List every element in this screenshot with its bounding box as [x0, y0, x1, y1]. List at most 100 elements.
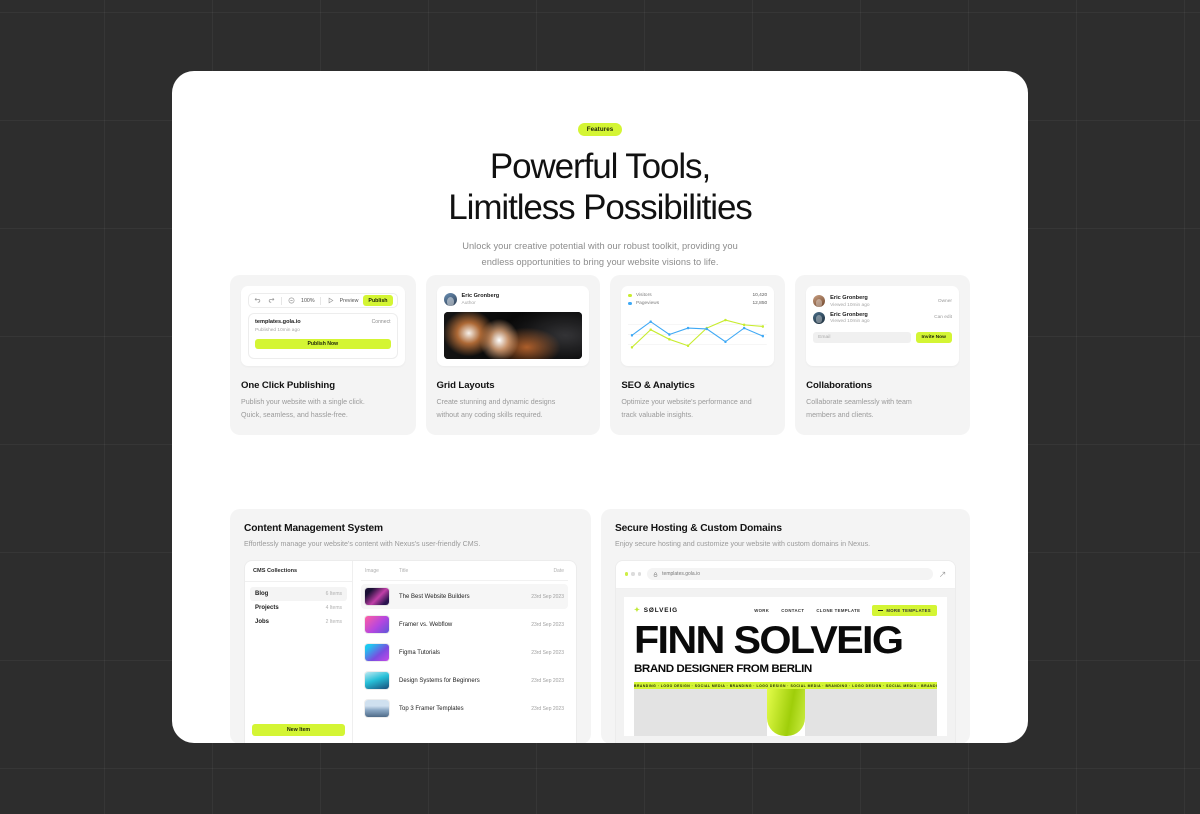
collection-name: Jobs — [255, 619, 270, 625]
nav-link-work[interactable]: WORK — [754, 608, 769, 613]
email-input[interactable]: Email — [813, 332, 911, 343]
collection-count: 4 Items — [325, 605, 342, 611]
feature-description: Collaborate seamlessly with team members… — [806, 396, 959, 422]
feature-desc-line1: Create stunning and dynamic designs — [436, 398, 556, 406]
author-role: Author — [461, 300, 476, 306]
cms-sidebar-title: CMS Collections — [245, 568, 352, 582]
feature-title: Grid Layouts — [436, 380, 495, 391]
table-row[interactable]: Top 3 Framer Templates 23rd Sep 2023 — [361, 696, 568, 721]
site-preview: ✦ SØLVEIG WORK CONTACT CLONE TEMPLATE MO… — [616, 589, 955, 743]
row-date: 23rd Sep 2023 — [531, 677, 564, 684]
collaborator-meta: Viewed 10min ago — [830, 302, 870, 308]
site-nav-links: WORK CONTACT CLONE TEMPLATE MORE TEMPLAT… — [754, 605, 937, 616]
gallery-cell — [804, 689, 937, 736]
feature-desc-line1: Collaborate seamlessly with team — [806, 398, 912, 406]
feature-card-grid-layouts: Eric Gronberg Author Grid Layouts Create… — [425, 275, 601, 435]
collaborator-permission[interactable]: Can edit — [934, 315, 952, 320]
hosting-description: Enjoy secure hosting and customize your … — [615, 540, 871, 548]
feature-title: Collaborations — [806, 380, 872, 391]
legend-visitors: Visitors 10,420 — [628, 293, 767, 298]
column-header-image: Image — [365, 568, 379, 574]
play-icon[interactable] — [326, 296, 335, 305]
analytics-mock: Visitors 10,420 Pageviews 12,850 — [621, 286, 775, 366]
preview-button[interactable]: Preview — [340, 298, 359, 304]
table-row[interactable]: Figma Tutorials 23rd Sep 2023 — [361, 640, 568, 665]
dash-icon — [878, 610, 884, 611]
publishing-mock: 100% Preview Publish templates.gola.io C… — [241, 286, 405, 366]
row-thumbnail — [365, 700, 389, 717]
collection-name: Blog — [255, 591, 269, 597]
zoom-level[interactable]: 100% — [301, 298, 315, 304]
new-item-button[interactable]: New Item — [252, 724, 345, 736]
toolbar-divider-1 — [281, 296, 282, 305]
connect-link[interactable]: Connect — [372, 319, 391, 325]
page-title: Powerful Tools, Limitless Possibilities — [172, 146, 1028, 228]
collection-count: 2 Items — [325, 619, 342, 625]
feature-card-hosting: Secure Hosting & Custom Domains Enjoy se… — [601, 509, 970, 743]
legend-pageviews: Pageviews 12,850 — [628, 301, 767, 306]
nav-link-contact[interactable]: CONTACT — [781, 608, 804, 613]
maximize-icon[interactable] — [637, 572, 642, 576]
site-gallery — [634, 689, 937, 736]
feature-desc-line1: Publish your website with a single click… — [241, 398, 365, 406]
more-templates-button[interactable]: MORE TEMPLATES — [872, 605, 937, 616]
row-title: The Best Website Builders — [399, 593, 470, 600]
avatar — [813, 311, 826, 324]
collaborator-permission[interactable]: Owner — [938, 299, 952, 304]
zoom-icon[interactable] — [287, 296, 296, 305]
feature-title: SEO & Analytics — [621, 380, 695, 391]
page-subtitle: Unlock your creative potential with our … — [172, 238, 1028, 270]
window-controls — [625, 572, 642, 576]
collection-count: 6 Items — [325, 591, 342, 597]
grid-layouts-mock: Eric Gronberg Author — [436, 286, 590, 366]
feature-card-one-click-publishing: 100% Preview Publish templates.gola.io C… — [230, 275, 416, 435]
toolbar-divider-2 — [319, 296, 321, 305]
publish-button[interactable]: Publish — [363, 295, 393, 306]
undo-icon[interactable] — [253, 296, 262, 305]
invite-now-button[interactable]: Invite Now — [915, 332, 952, 343]
publish-url-row: templates.gola.io Connect — [255, 319, 391, 325]
cms-collection-blog[interactable]: Blog 6 Items — [250, 587, 347, 601]
close-icon[interactable] — [625, 572, 629, 576]
site-logo-text: SØLVEIG — [643, 607, 678, 614]
hosting-title: Secure Hosting & Custom Domains — [615, 523, 782, 534]
feature-card-collaborations: Eric Gronberg Viewed 10min ago Owner Eri… — [795, 275, 970, 435]
editor-toolbar: 100% Preview Publish — [248, 293, 398, 308]
address-bar[interactable]: templates.gola.io — [647, 568, 933, 580]
redo-icon[interactable] — [267, 296, 276, 305]
nav-link-clone-template[interactable]: CLONE TEMPLATE — [816, 608, 860, 613]
feature-description: Create stunning and dynamic designs with… — [437, 396, 590, 422]
star-icon: ✦ — [634, 607, 641, 614]
avatar — [443, 293, 457, 306]
marquee-text: BRANDING · LOGO DESIGN · SOCIAL MEDIA · … — [634, 683, 937, 688]
features-badge: Features — [578, 123, 622, 136]
cms-collection-projects[interactable]: Projects 4 Items — [250, 601, 347, 615]
feature-desc-line2: Quick, seamless, and hassle-free. — [241, 411, 348, 419]
lock-icon — [653, 571, 658, 577]
feature-card-cms: Content Management System Effortlessly m… — [230, 509, 591, 743]
cms-mock: CMS Collections Blog 6 Items Projects 4 … — [244, 560, 577, 743]
features-panel: Features Powerful Tools, Limitless Possi… — [172, 71, 1028, 743]
cms-collection-jobs[interactable]: Jobs 2 Items — [250, 615, 347, 629]
collaborator-row: Eric Gronberg Viewed 10min ago Owner — [813, 293, 952, 310]
hero-image — [443, 312, 583, 359]
legend-dot-pageviews — [628, 301, 632, 306]
publish-now-button[interactable]: Publish Now — [255, 339, 391, 349]
page-subtitle-line2: endless opportunities to bring your webs… — [481, 257, 719, 267]
cms-sidebar: CMS Collections Blog 6 Items Projects 4 … — [245, 561, 353, 743]
address-bar-url: templates.gola.io — [662, 571, 700, 577]
column-header-title: Title — [399, 568, 409, 574]
feature-description: Optimize your website's performance and … — [621, 396, 774, 422]
site-logo[interactable]: ✦ SØLVEIG — [634, 607, 678, 614]
page-title-line1: Powerful Tools, — [489, 147, 711, 186]
table-row[interactable]: Framer vs. Webflow 23rd Sep 2023 — [361, 612, 568, 637]
row-thumbnail — [365, 588, 389, 605]
row-date: 23rd Sep 2023 — [531, 649, 564, 656]
share-icon[interactable] — [939, 571, 946, 578]
minimize-icon[interactable] — [631, 572, 635, 576]
site-nav: ✦ SØLVEIG WORK CONTACT CLONE TEMPLATE MO… — [634, 605, 937, 616]
table-row[interactable]: Design Systems for Beginners 23rd Sep 20… — [361, 668, 568, 693]
row-title: Design Systems for Beginners — [399, 677, 480, 684]
table-row[interactable]: The Best Website Builders 23rd Sep 2023 — [361, 584, 568, 609]
collaborator-name: Eric Gronberg — [830, 311, 868, 318]
